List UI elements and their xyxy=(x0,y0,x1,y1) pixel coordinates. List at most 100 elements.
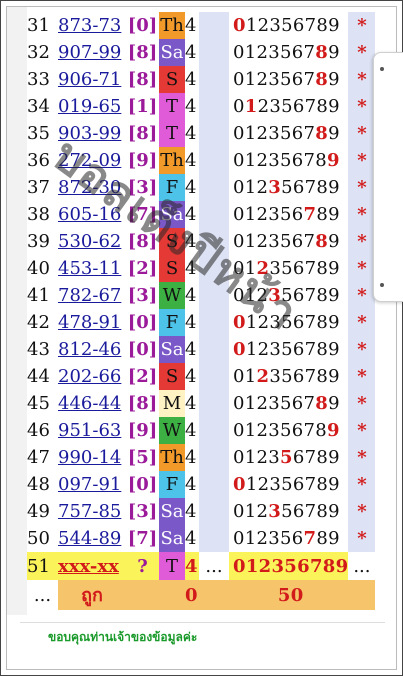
digit-sequence: 012356789 xyxy=(229,120,349,147)
row-number: 47 xyxy=(27,444,58,471)
digit-sequence: 012356789 xyxy=(229,309,349,336)
spacer-cell xyxy=(199,201,229,228)
digit-run: 012 xyxy=(233,177,269,198)
day-badge: Sa xyxy=(159,201,185,228)
summary-row: ... ถูก 0 50 xyxy=(27,580,376,610)
digit-sequence: 012356789 xyxy=(229,147,349,174)
fixed-digit: 4 xyxy=(185,498,199,525)
prediction-link[interactable]: xxx-xx xyxy=(58,552,126,580)
result-link[interactable]: 757-85 xyxy=(58,498,126,525)
digit-run: 0123567 xyxy=(233,123,316,144)
spacer-cell xyxy=(199,228,229,255)
result-link[interactable]: 202-66 xyxy=(58,363,126,390)
result-link[interactable]: 478-91 xyxy=(58,309,126,336)
row-number: 39 xyxy=(27,228,58,255)
day-badge: W xyxy=(159,282,185,309)
highlight-digit: 1 xyxy=(244,96,258,117)
row-number: 41 xyxy=(27,282,58,309)
result-link[interactable]: 872-30 xyxy=(58,174,126,201)
digit-run: 56789 xyxy=(281,285,340,306)
table-row: 45 446-44 [8] M 4 012356789 * xyxy=(27,390,376,417)
result-link[interactable]: 906-71 xyxy=(58,66,126,93)
star-mark: * xyxy=(348,174,376,201)
digit-run: 12356789 xyxy=(245,474,340,495)
bracket-digit: [5] xyxy=(126,444,159,471)
row-number: 42 xyxy=(27,309,58,336)
star-mark: * xyxy=(348,390,376,417)
digit-run: 356789 xyxy=(269,258,340,279)
highlight-digit: 7 xyxy=(303,528,317,549)
highlight-digit: 3 xyxy=(268,501,282,522)
table-row: 41 782-67 [3] W 4 012356789 * xyxy=(27,282,376,309)
result-link[interactable]: 951-63 xyxy=(58,417,126,444)
day-badge: M xyxy=(159,390,185,417)
table-row: 37 872-30 [3] F 4 012356789 * xyxy=(27,174,376,201)
highlight-digit: 8 xyxy=(315,393,329,414)
highlight-digit: 3 xyxy=(268,285,282,306)
star-mark: * xyxy=(348,201,376,228)
highlight-digit: 8 xyxy=(315,123,329,144)
digit-sequence: 012356789 xyxy=(229,93,349,120)
digit-sequence: 012356789 xyxy=(229,282,349,309)
result-link[interactable]: 446-44 xyxy=(58,390,126,417)
digit-sequence: 012356789 xyxy=(229,12,349,39)
star-mark: * xyxy=(348,12,376,39)
digit-run: 012 xyxy=(233,501,269,522)
result-link[interactable]: 990-14 xyxy=(58,444,126,471)
digit-run: 2356789 xyxy=(257,96,340,117)
table-row: 34 019-65 [1] T 4 012356789 * xyxy=(27,93,376,120)
bracket-digit: [0] xyxy=(126,309,159,336)
bracket-digit: [8] xyxy=(126,228,159,255)
result-link[interactable]: 097-91 xyxy=(58,471,126,498)
digit-run: 0123567 xyxy=(233,42,316,63)
digit-run: 89 xyxy=(316,204,340,225)
star-mark: * xyxy=(348,147,376,174)
highlight-digit: 3 xyxy=(268,177,282,198)
result-link[interactable]: 903-99 xyxy=(58,120,126,147)
row-number: 50 xyxy=(27,525,58,552)
fixed-digit: 4 xyxy=(185,93,199,120)
result-link[interactable]: 873-73 xyxy=(58,12,126,39)
result-link[interactable]: 605-16 xyxy=(58,201,126,228)
digit-run: 9 xyxy=(328,393,340,414)
row-number: 46 xyxy=(27,417,58,444)
digit-run: 01235678 xyxy=(233,420,328,441)
day-badge: Th xyxy=(159,147,185,174)
bracket-digit: [0] xyxy=(126,471,159,498)
day-badge: T xyxy=(159,552,185,580)
star-mark: * xyxy=(348,93,376,120)
summary-dots: ... xyxy=(27,580,58,610)
result-link[interactable]: 907-99 xyxy=(58,39,126,66)
table-row: 44 202-66 [2] S 4 012356789 * xyxy=(27,363,376,390)
highlight-digit: 0 xyxy=(233,15,246,36)
bracket-digit: ? xyxy=(126,552,159,580)
bracket-digit: [9] xyxy=(126,417,159,444)
result-link[interactable]: 530-62 xyxy=(58,228,126,255)
bracket-digit: [3] xyxy=(126,498,159,525)
highlight-digit: 9 xyxy=(327,420,340,441)
day-badge: Sa xyxy=(159,39,185,66)
row-number: 31 xyxy=(27,12,58,39)
star-mark: * xyxy=(348,120,376,147)
ellipsis-cell: ... xyxy=(348,552,376,580)
day-badge: F xyxy=(159,309,185,336)
bracket-digit: [0] xyxy=(126,12,159,39)
fixed-digit: 4 xyxy=(185,525,199,552)
side-scroll-panel[interactable] xyxy=(373,52,403,302)
fixed-digit: 4 xyxy=(185,255,199,282)
highlight-digit: 0 xyxy=(233,474,246,495)
result-link[interactable]: 544-89 xyxy=(58,525,126,552)
digit-run: 56789 xyxy=(281,501,340,522)
spacer-cell xyxy=(199,525,229,552)
result-link[interactable]: 782-67 xyxy=(58,282,126,309)
result-link[interactable]: 019-65 xyxy=(58,93,126,120)
table-row: 50 544-89 [7] Sa 4 012356789 * xyxy=(27,525,376,552)
row-number: 40 xyxy=(27,255,58,282)
result-link[interactable]: 272-09 xyxy=(58,147,126,174)
fixed-digit: 4 xyxy=(185,12,199,39)
digit-run: 89 xyxy=(316,528,340,549)
result-link[interactable]: 812-46 xyxy=(58,336,126,363)
result-link[interactable]: 453-11 xyxy=(58,255,126,282)
digit-run: 0123567 xyxy=(233,69,316,90)
day-badge: S xyxy=(159,66,185,93)
